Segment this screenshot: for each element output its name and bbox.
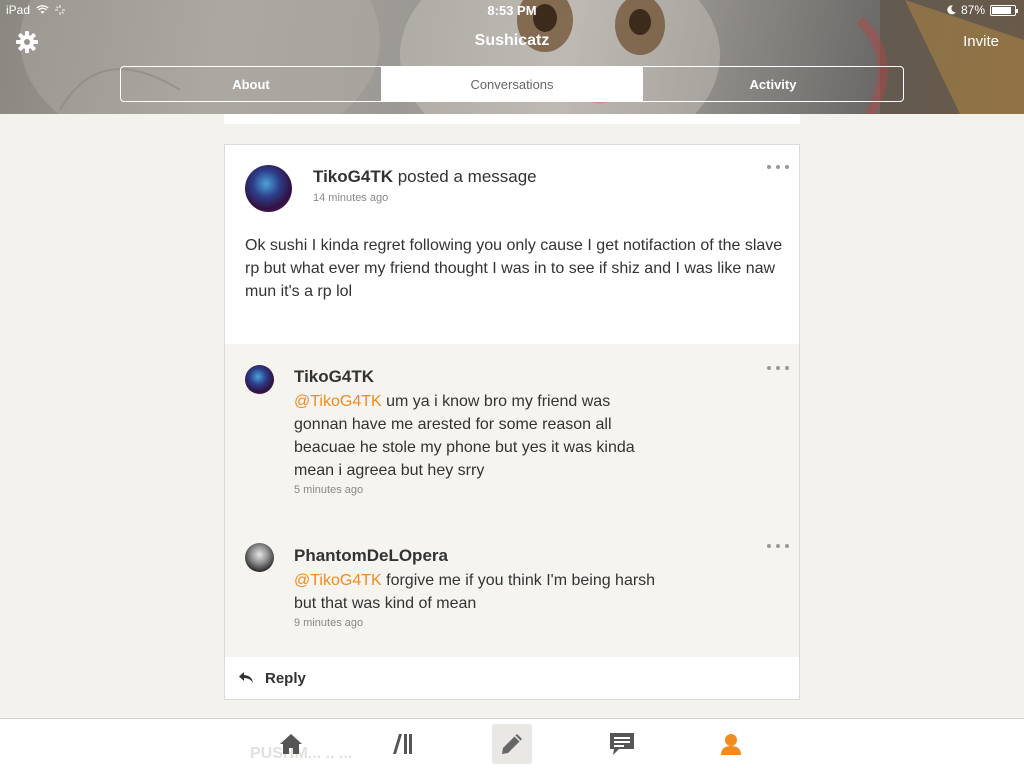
tab-activity[interactable]: Activity	[642, 67, 903, 101]
tab-library[interactable]	[382, 724, 422, 764]
comment-line: forgive me if you think I'm being harsh	[381, 572, 656, 589]
tab-compose[interactable]	[492, 724, 532, 764]
comment-timestamp: 5 minutes ago	[294, 484, 364, 496]
comment-text: @TikoG4TK um ya i know bro my friend was…	[294, 390, 679, 482]
avatar[interactable]	[245, 543, 274, 572]
status-time: 8:53 PM	[487, 3, 537, 18]
profile-tabs: About Conversations Activity	[120, 66, 904, 102]
page-title: Sushicatz	[474, 32, 550, 49]
comment-line: gonnan have me arested for some reason a…	[294, 416, 612, 433]
post-header: TikoG4TK posted a message	[313, 167, 537, 187]
post-author[interactable]: TikoG4TK	[313, 167, 393, 186]
battery-percent: 87%	[960, 3, 985, 17]
avatar[interactable]	[245, 365, 274, 394]
tab-conversations[interactable]: Conversations	[381, 67, 642, 101]
previous-card-edge	[224, 114, 800, 124]
post-body: Ok sushi I kinda regret following you on…	[245, 237, 783, 300]
comment-more-options-icon[interactable]	[767, 544, 789, 550]
home-icon	[280, 734, 302, 754]
status-bar: iPad 8:53 PM 87%	[0, 0, 1024, 22]
comment-author[interactable]: PhantomDeLOpera	[294, 546, 448, 566]
tab-profile[interactable]	[711, 724, 751, 764]
post-more-options-icon[interactable]	[767, 165, 789, 171]
list-item: PhantomDeLOpera @TikoG4TK forgive me if …	[225, 524, 799, 654]
reply-arrow-icon	[239, 672, 253, 683]
comments-list: TikoG4TK @TikoG4TK um ya i know bro my f…	[225, 344, 799, 657]
battery-icon	[990, 4, 1018, 16]
comment-line: mean i agreea but hey srry	[294, 462, 485, 479]
list-item: TikoG4TK @TikoG4TK um ya i know bro my f…	[225, 344, 799, 514]
library-icon	[393, 734, 412, 754]
invite-button[interactable]: Invite	[963, 33, 999, 50]
profile-icon	[721, 734, 741, 755]
moon-icon	[947, 5, 956, 15]
bottom-tab-bar: PUSHM... .. ...	[0, 718, 1024, 768]
conversation-card: TikoG4TK posted a message 14 minutes ago…	[224, 144, 800, 700]
chat-icon	[610, 733, 634, 755]
comment-text: @TikoG4TK forgive me if you think I'm be…	[294, 569, 679, 615]
profile-header: iPad 8:53 PM 87% Sushicatz Invite About …	[0, 0, 1024, 114]
comment-line: um ya i know bro my friend was	[381, 393, 611, 410]
tab-chats[interactable]	[602, 724, 642, 764]
avatar[interactable]	[245, 165, 292, 212]
mention-link[interactable]: @TikoG4TK	[294, 572, 382, 589]
comment-timestamp: 9 minutes ago	[294, 617, 364, 629]
reply-button[interactable]: Reply	[225, 657, 799, 699]
battery-fill	[992, 6, 1012, 14]
comment-line: but that was kind of mean	[294, 595, 477, 612]
compose-icon	[502, 734, 522, 754]
comment-more-options-icon[interactable]	[767, 366, 789, 372]
post-timestamp: 14 minutes ago	[313, 192, 389, 204]
reply-label: Reply	[265, 669, 306, 687]
tab-about[interactable]: About	[121, 67, 381, 101]
comment-line: beacuae he stole my phone but yes it was…	[294, 439, 635, 456]
post-action: posted a message	[397, 167, 537, 186]
tab-home[interactable]	[271, 724, 311, 764]
mention-link[interactable]: @TikoG4TK	[294, 393, 382, 410]
comment-author[interactable]: TikoG4TK	[294, 367, 374, 387]
